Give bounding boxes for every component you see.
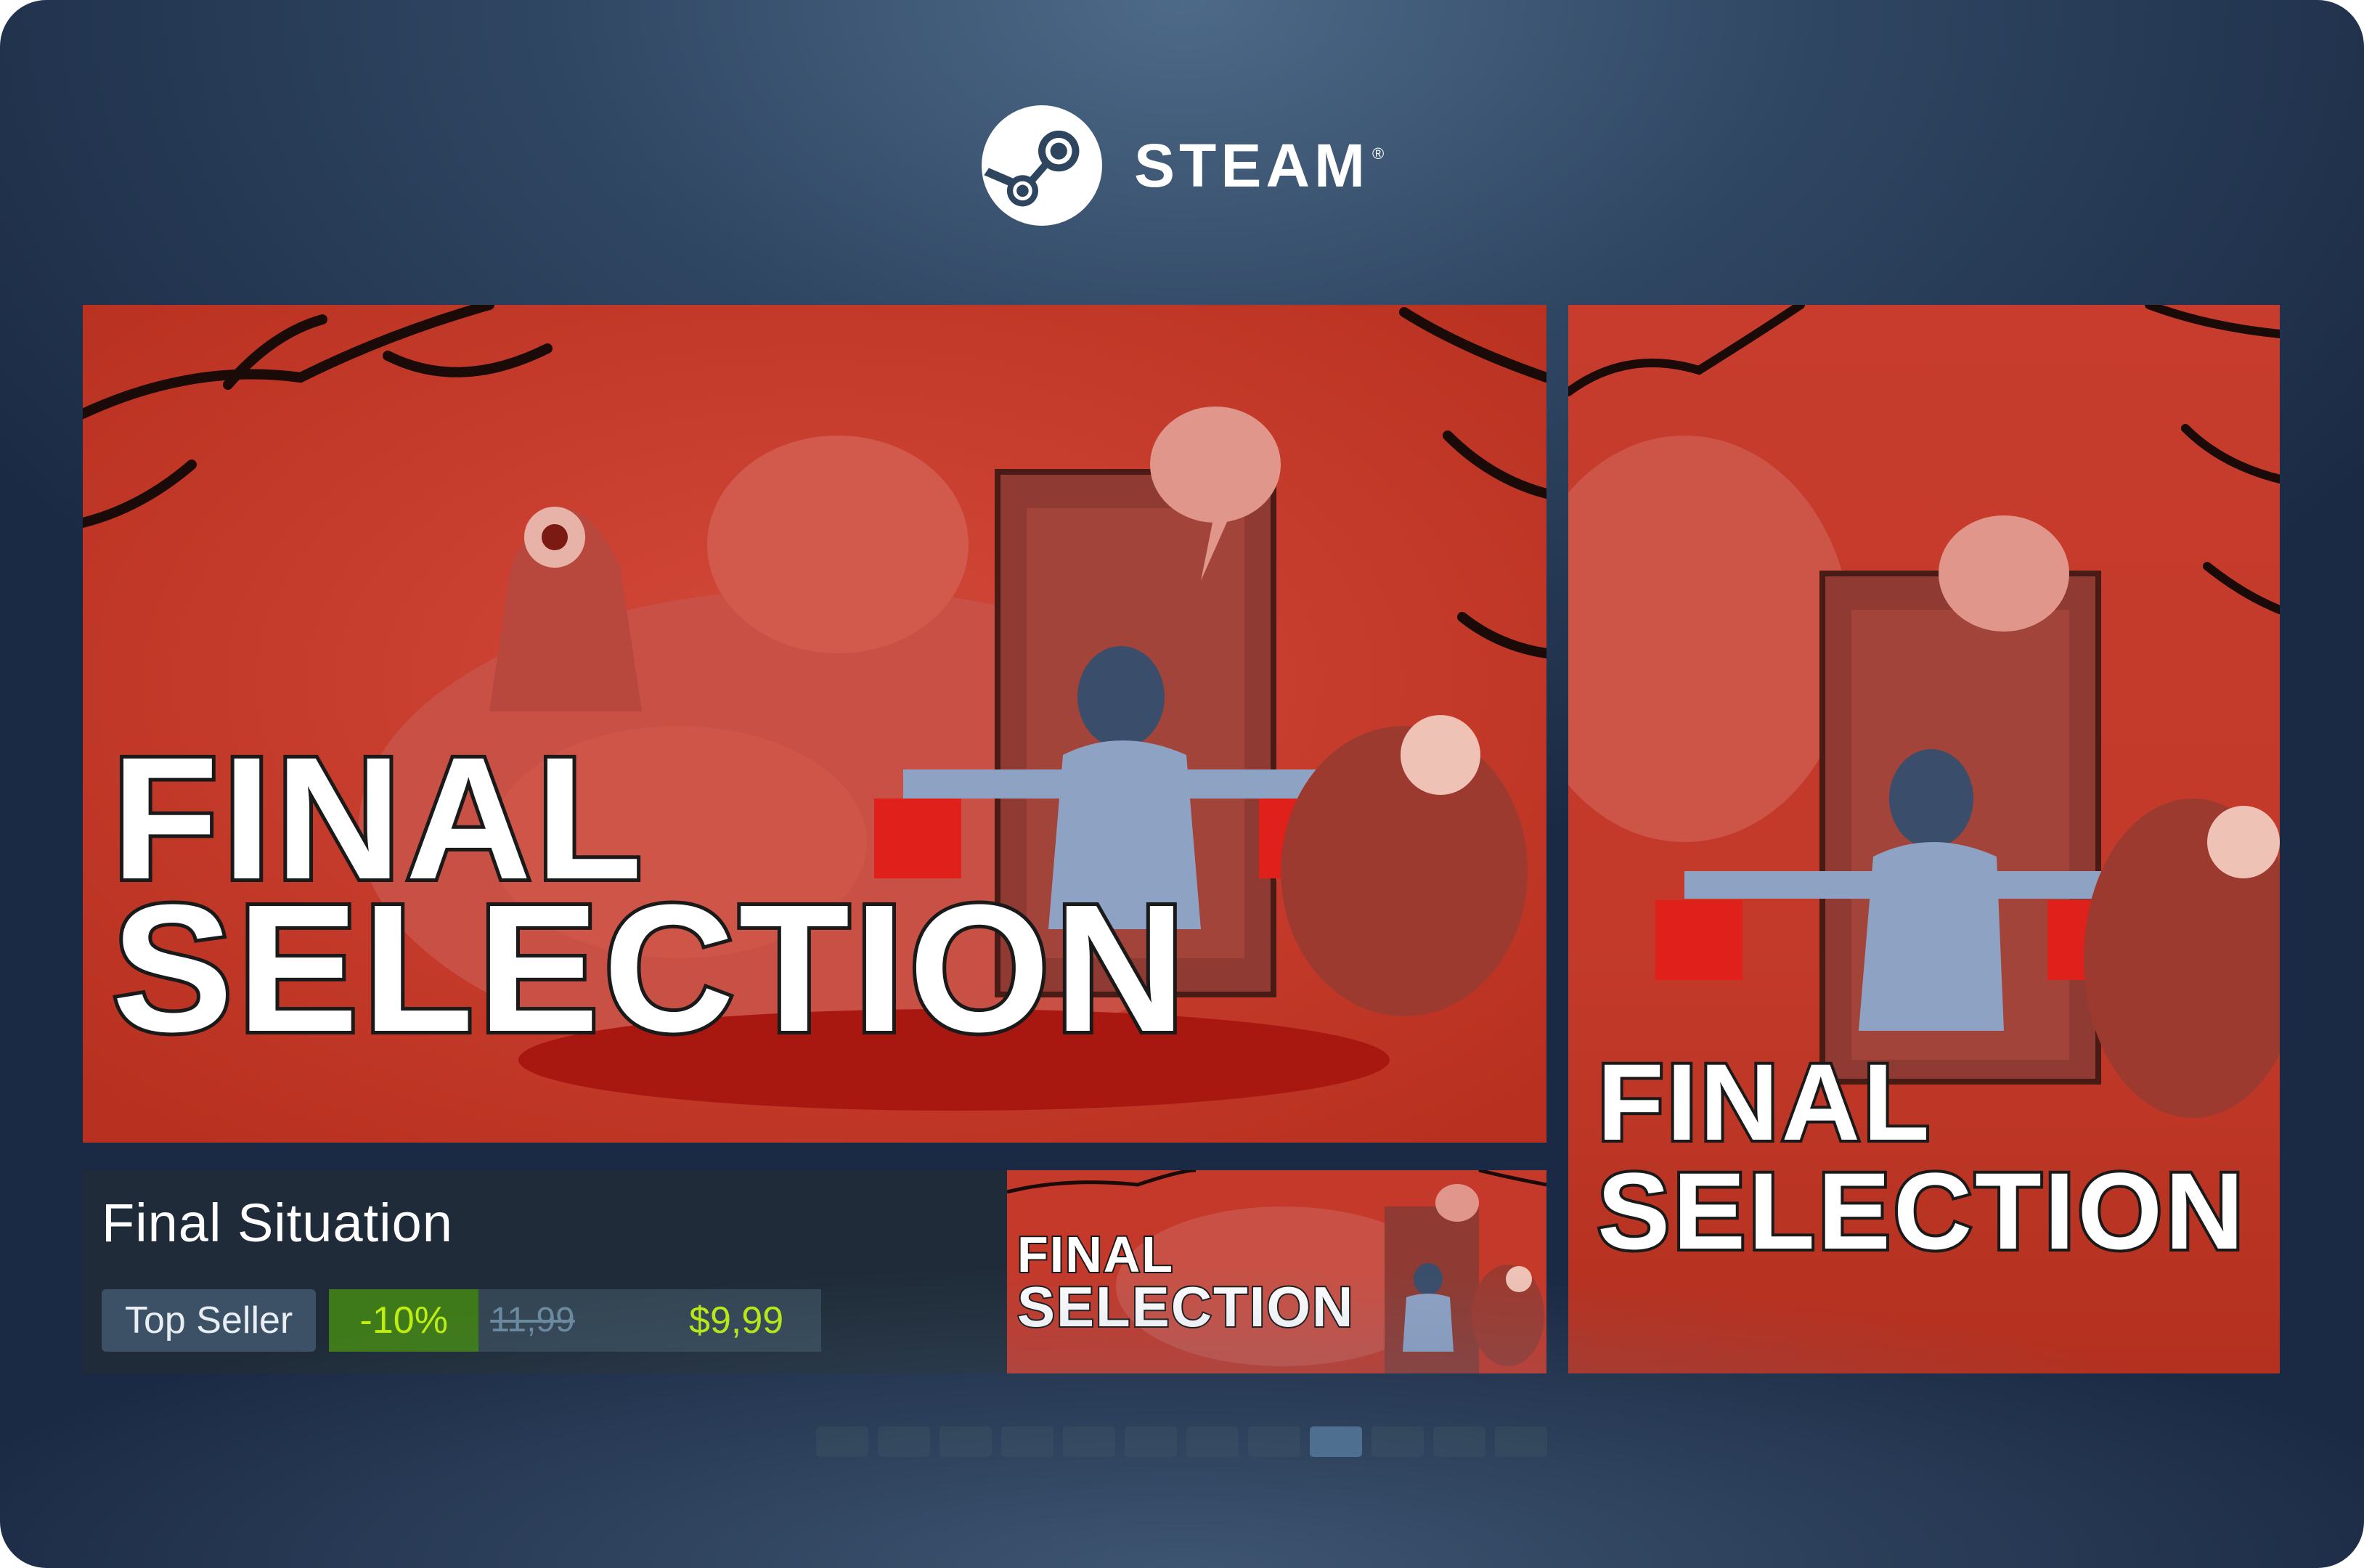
discount-percent: -10% — [329, 1289, 479, 1352]
carousel-dot[interactable] — [1186, 1426, 1239, 1457]
key-art: FINAL SELECTION — [83, 305, 1546, 1143]
carousel-pager — [816, 1426, 1557, 1457]
carousel-dot[interactable] — [1001, 1426, 1053, 1457]
price-block[interactable]: -10% 11,99 $9,99 — [329, 1289, 822, 1352]
small-logo-line2: SELECTION — [1017, 1275, 1354, 1339]
carousel-dot[interactable] — [1310, 1426, 1362, 1457]
final-price: $9,99 — [689, 1299, 784, 1342]
original-price: 11,99 — [490, 1301, 575, 1339]
key-art-small: FINAL SELECTION — [1007, 1170, 1546, 1373]
game-title[interactable]: Final Situation — [102, 1192, 453, 1254]
carousel-dot[interactable] — [1125, 1426, 1177, 1457]
small-capsule-image[interactable]: FINAL SELECTION — [1007, 1170, 1546, 1373]
carousel-dot[interactable] — [1495, 1426, 1547, 1457]
game-info-panel[interactable]: Final Situation Top Seller -10% 11,99 $9… — [83, 1170, 1007, 1373]
steam-wordmark: STEAM ® — [1134, 131, 1389, 200]
steam-logo[interactable]: STEAM ® — [982, 103, 1388, 228]
carousel-dot[interactable] — [940, 1426, 992, 1457]
carousel-dot[interactable] — [878, 1426, 930, 1457]
hero-capsule-image[interactable]: FINAL SELECTION — [83, 305, 1546, 1143]
key-art-vertical: FINAL SELECTION — [1568, 305, 2280, 1373]
steam-icon — [982, 105, 1102, 226]
vertical-logo-line2: SELECTION — [1597, 1150, 2246, 1272]
carousel-dot[interactable] — [1063, 1426, 1115, 1457]
hero-logo-line2: SELECTION — [112, 867, 1190, 1069]
carousel-dot[interactable] — [816, 1426, 868, 1457]
store-frame: STEAM ® FINAL SELECTION FINAL SELECTION … — [0, 0, 2364, 1568]
carousel-dot[interactable] — [1371, 1426, 1424, 1457]
prices: 11,99 $9,99 — [478, 1289, 822, 1352]
carousel-dot[interactable] — [1248, 1426, 1300, 1457]
top-seller-badge: Top Seller — [102, 1289, 317, 1352]
carousel-dot[interactable] — [1433, 1426, 1485, 1457]
vertical-logo-line1: FINAL — [1597, 1041, 1933, 1163]
vertical-capsule-image[interactable]: FINAL SELECTION — [1568, 305, 2280, 1373]
purchase-row: Top Seller -10% 11,99 $9,99 — [102, 1289, 822, 1352]
